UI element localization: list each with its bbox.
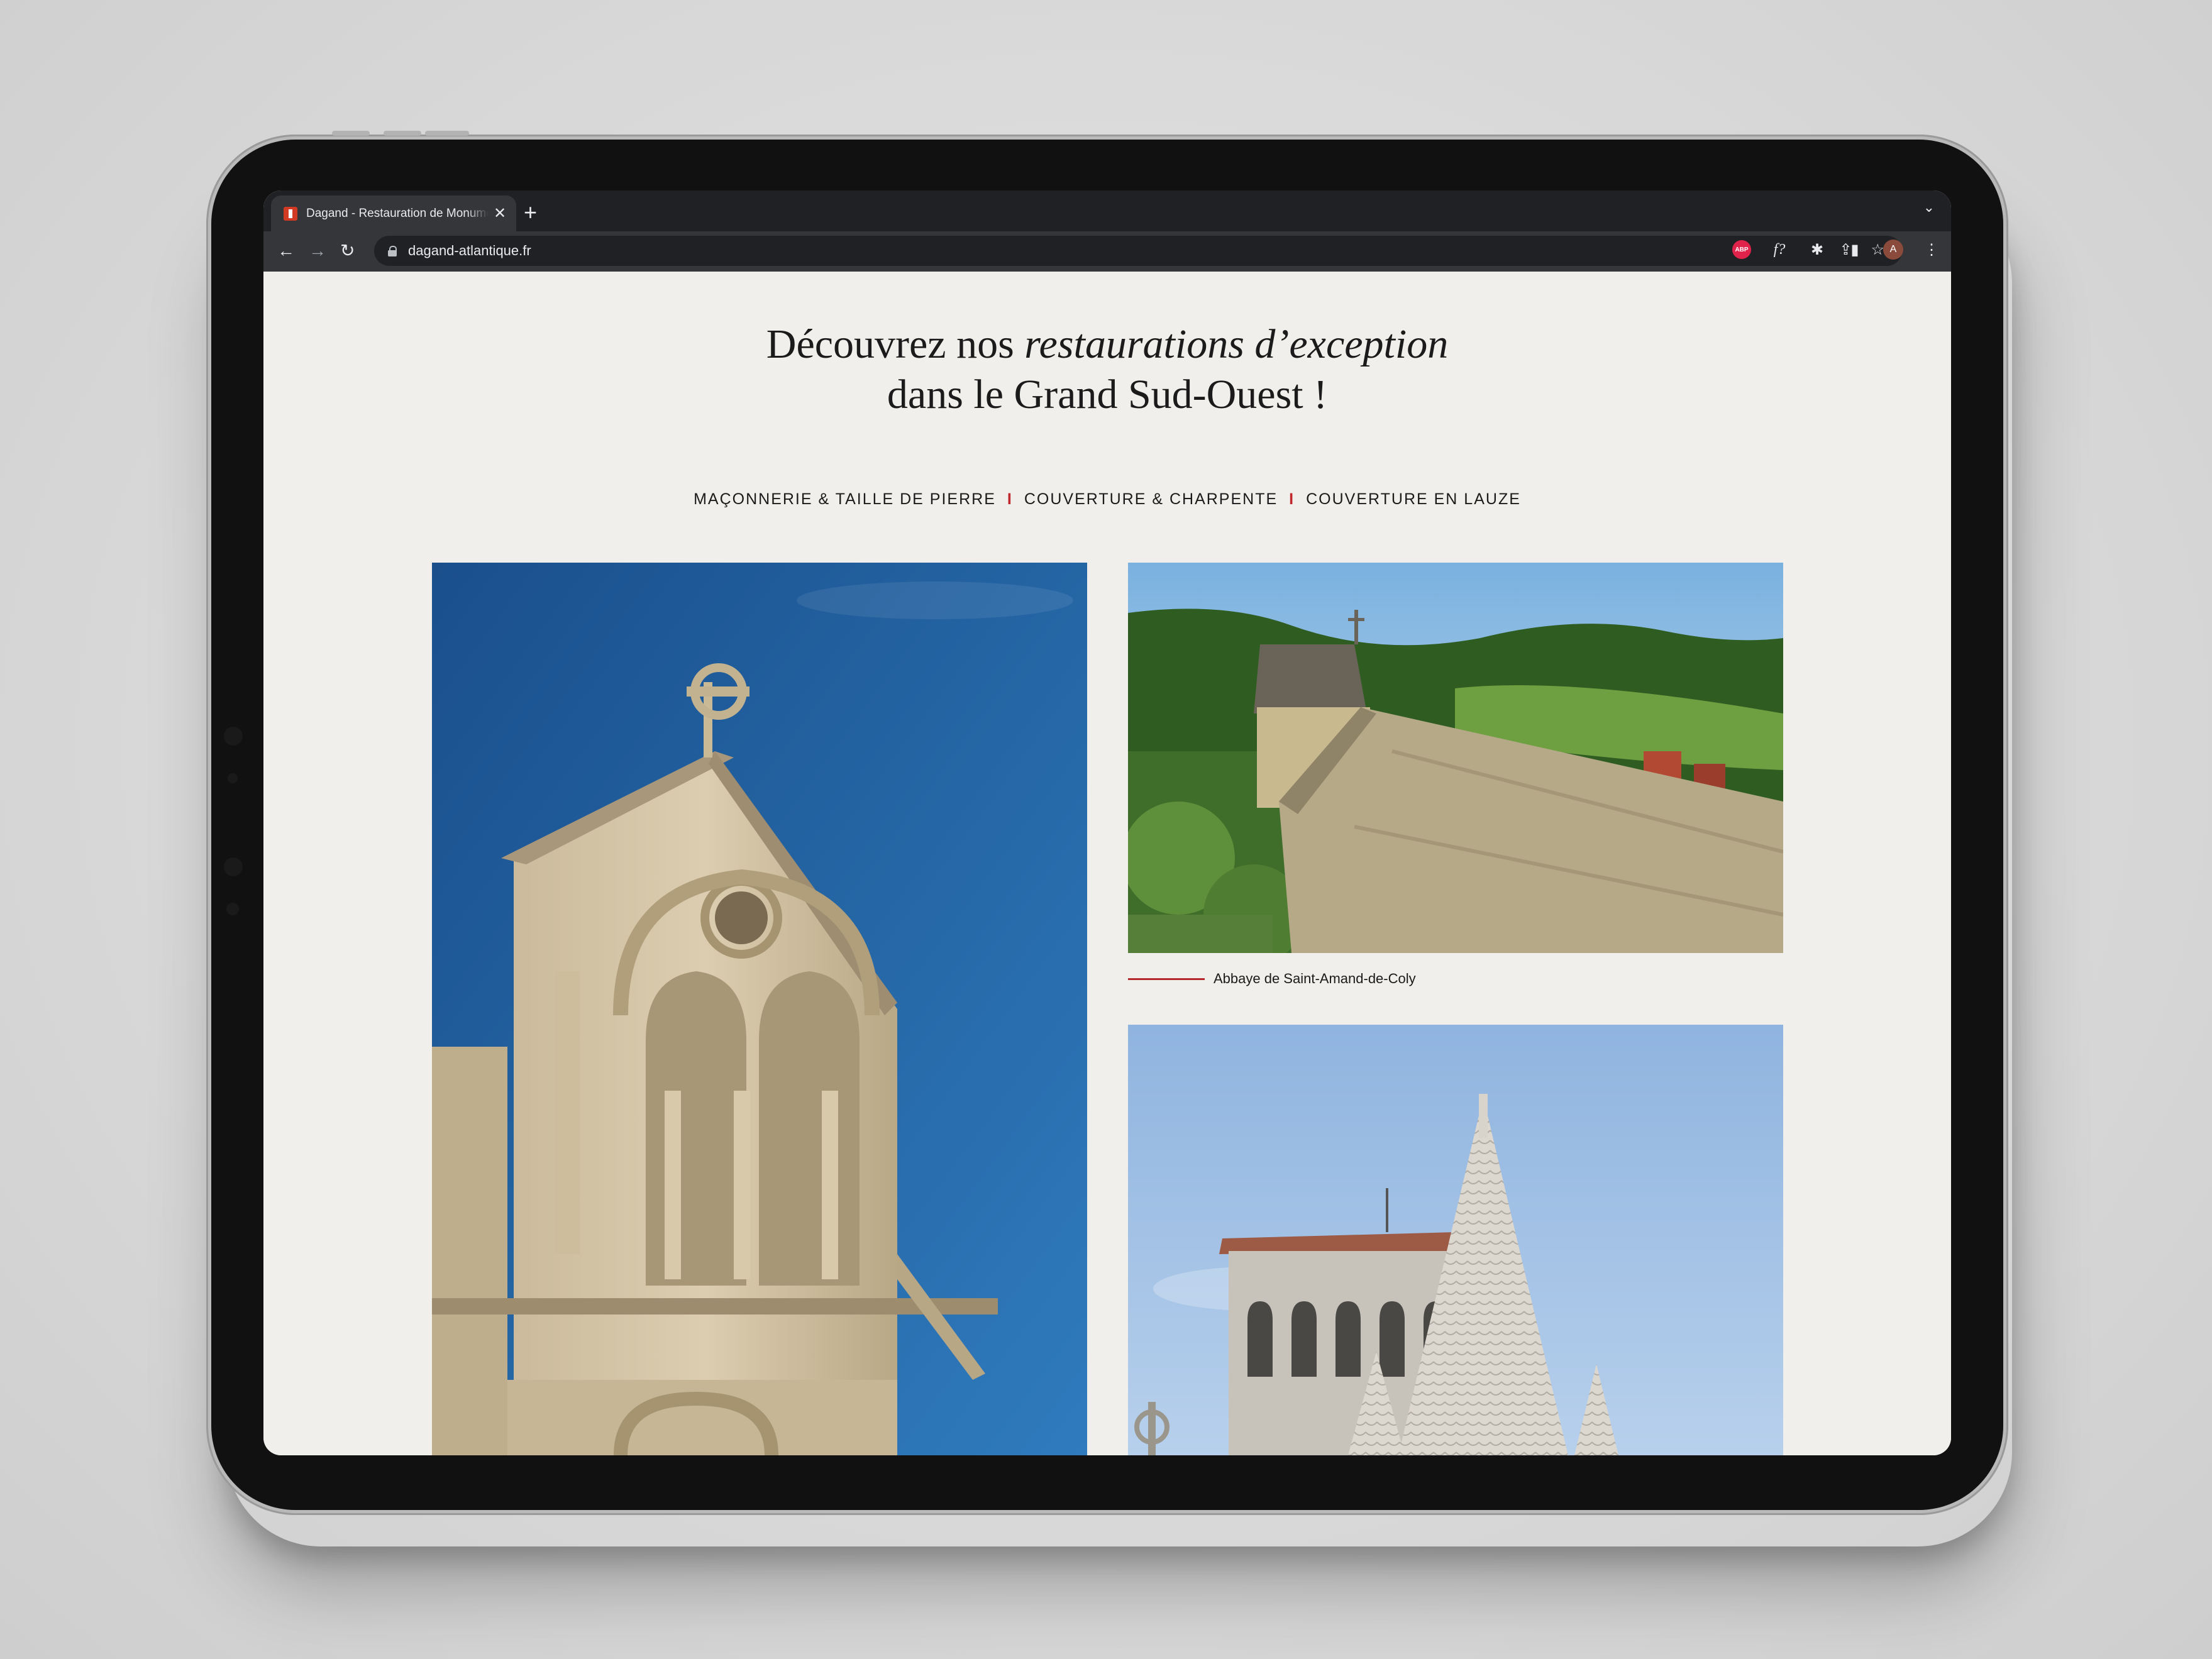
camera-icon [224,857,243,876]
abbaye-roof-photo[interactable] [1128,563,1783,953]
heading-line1-italic: restaurations d’exception [1024,321,1449,367]
photo-caption: Abbaye de Saint-Amand-de-Coly [1128,971,1416,987]
caption-accent-line [1128,978,1205,980]
reload-button[interactable]: ↻ [340,240,355,262]
side-panel-icon[interactable]: ▮ [1845,241,1864,259]
close-tab-icon[interactable]: ✕ [494,204,506,223]
caption-abbaye-text: Abbaye de Saint-Amand-de-Coly [1214,971,1416,986]
profile-avatar[interactable]: A [1883,240,1903,260]
category-link-couverture-charpente[interactable]: COUVERTURE & CHARPENTE [1024,490,1278,508]
browser-toolbar: ← → ↻ dagand-atlantique.fr ⇪ ☆ ABP f? ✱ … [263,231,1951,272]
extensions-puzzle-icon[interactable]: ✱ [1808,241,1827,259]
new-tab-button[interactable]: + [524,197,537,228]
browser-tabbar: Dagand - Restauration de Monuments ✕ + ⌄ [263,190,1951,231]
category-link-couverture-lauze[interactable]: COUVERTURE EN LAUZE [1306,490,1521,508]
power-button [425,131,469,136]
forward-button[interactable]: → [309,240,326,262]
heading-line2: dans le Grand Sud-Ouest ! [887,372,1328,417]
lock-icon [388,246,397,256]
address-bar[interactable]: dagand-atlantique.fr ⇪ ☆ [374,236,1902,266]
sensor-icon [228,773,238,783]
web-page: Découvrez nos restaurations d’exception … [263,272,1951,1455]
category-nav: MAÇONNERIE & TAILLE DE PIERRE I COUVERTURE… [263,490,1951,509]
sensor-icon [226,903,239,915]
adblock-extension-icon[interactable]: ABP [1732,240,1751,259]
back-button[interactable]: ← [277,240,295,262]
browser-tab[interactable]: Dagand - Restauration de Monuments ✕ [271,196,516,231]
volume-button [384,131,421,136]
volume-button [332,131,370,136]
page-heading: Découvrez nos restaurations d’exception … [263,319,1951,420]
screen: Dagand - Restauration de Monuments ✕ + ⌄… [263,190,1951,1455]
category-link-maconnerie[interactable]: MAÇONNERIE & TAILLE DE PIERRE [694,490,996,508]
category-separator: I [1007,490,1013,508]
browser-menu-icon[interactable]: ⋮ [1922,241,1941,259]
church-facade-photo[interactable] [432,563,1087,1455]
cathedral-tower-photo[interactable] [1128,1025,1783,1455]
font-extension-icon[interactable]: f? [1770,241,1789,258]
camera-icon [224,727,243,746]
tab-search-chevron-icon[interactable]: ⌄ [1923,199,1935,216]
tab-title: Dagand - Restauration de Monuments [306,206,489,220]
site-favicon-icon [284,206,297,221]
category-separator: I [1289,490,1295,508]
heading-line1-plain: Découvrez nos [766,321,1025,367]
url-text[interactable]: dagand-atlantique.fr [408,243,531,259]
